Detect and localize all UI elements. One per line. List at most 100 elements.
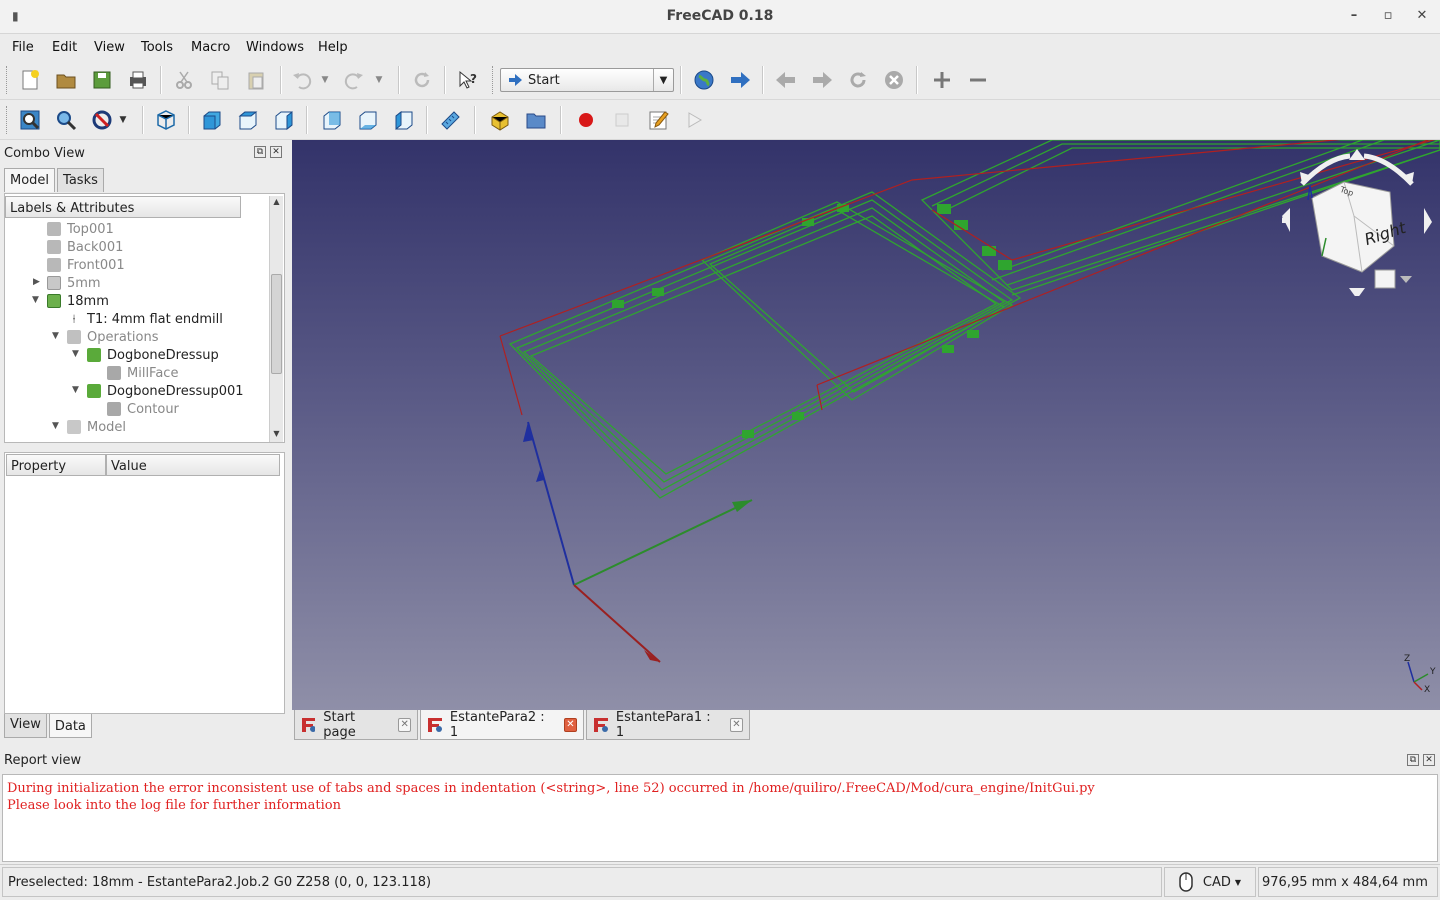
zoom-out-icon[interactable] — [966, 68, 990, 92]
tree-item-top001[interactable]: Top001 — [47, 220, 114, 238]
menu-windows[interactable]: Windows — [246, 40, 304, 55]
scroll-up-icon[interactable]: ▲ — [271, 197, 282, 209]
save-icon[interactable] — [90, 68, 114, 92]
fit-selection-icon[interactable] — [54, 108, 78, 132]
value-column-header[interactable]: Value — [106, 454, 280, 476]
property-column-header[interactable]: Property — [6, 454, 106, 476]
tree-item-operations[interactable]: Operations — [67, 328, 158, 346]
property-view: Property Value — [4, 452, 285, 714]
toolbar-grip[interactable] — [6, 66, 9, 94]
redo-icon[interactable] — [342, 68, 366, 92]
view-bottom-icon[interactable] — [356, 108, 380, 132]
float-icon[interactable]: ⧉ — [254, 146, 266, 158]
tree-item-label: DogboneDressup — [107, 347, 219, 363]
paste-icon[interactable] — [244, 68, 268, 92]
navigation-cube[interactable]: Right Top — [1277, 146, 1432, 299]
draw-style-dropdown-icon[interactable]: ▼ — [116, 108, 130, 132]
separator — [306, 106, 308, 134]
print-icon[interactable] — [126, 68, 150, 92]
undo-dropdown-icon[interactable]: ▼ — [318, 68, 332, 92]
tree-item-contour[interactable]: Contour — [107, 400, 179, 418]
whats-this-icon[interactable]: ? — [456, 68, 480, 92]
tab-estantepara2[interactable]: EstantePara2 : 1 ✕ — [420, 710, 584, 740]
tree-item-front001[interactable]: Front001 — [47, 256, 125, 274]
view-top-icon[interactable] — [236, 108, 260, 132]
navigation-style-button[interactable]: CAD ▼ — [1164, 867, 1256, 897]
macro-run-icon[interactable] — [682, 108, 706, 132]
view-rear-icon[interactable] — [320, 108, 344, 132]
close-button[interactable]: ✕ — [1412, 8, 1432, 26]
tab-data[interactable]: Data — [48, 714, 92, 738]
toolbar-grip[interactable] — [492, 66, 495, 94]
collapse-arrow-icon[interactable]: ▼ — [72, 385, 79, 395]
tree-item-18mm[interactable]: 18mm — [47, 292, 109, 310]
create-group-icon[interactable] — [524, 108, 548, 132]
macro-record-icon[interactable] — [574, 108, 598, 132]
macro-stop-icon[interactable] — [610, 108, 634, 132]
report-output[interactable]: During initialization the error inconsis… — [2, 774, 1438, 862]
copy-icon[interactable] — [208, 68, 232, 92]
view-front-icon[interactable] — [200, 108, 224, 132]
fit-all-icon[interactable] — [18, 108, 42, 132]
float-icon[interactable]: ⧉ — [1407, 754, 1419, 766]
close-panel-icon[interactable]: ✕ — [270, 146, 282, 158]
workbench-selector[interactable]: Start ▼ — [500, 68, 674, 92]
menu-edit[interactable]: Edit — [52, 40, 77, 55]
tab-tasks[interactable]: Tasks — [57, 168, 104, 192]
collapse-arrow-icon[interactable]: ▼ — [52, 421, 59, 431]
collapse-arrow-icon[interactable]: ▼ — [32, 295, 39, 305]
view-left-icon[interactable] — [392, 108, 416, 132]
menu-tools[interactable]: Tools — [141, 40, 173, 55]
scrollbar-thumb[interactable] — [271, 274, 282, 374]
toolbar-grip[interactable] — [6, 106, 9, 134]
collapse-arrow-icon[interactable]: ▼ — [52, 331, 59, 341]
menu-help[interactable]: Help — [318, 40, 348, 55]
web-go-icon[interactable] — [728, 68, 752, 92]
tree-scrollbar[interactable]: ▲ ▼ — [269, 196, 283, 442]
macro-edit-icon[interactable] — [646, 108, 670, 132]
measure-distance-icon[interactable] — [438, 108, 462, 132]
tree-item-dogbonedressup001[interactable]: DogboneDressup001 — [87, 382, 244, 400]
tree-header[interactable]: Labels & Attributes — [5, 196, 241, 218]
close-tab-icon[interactable]: ✕ — [398, 717, 411, 732]
open-icon[interactable] — [54, 68, 78, 92]
zoom-in-icon[interactable] — [930, 68, 954, 92]
tab-start-page[interactable]: Start page ✕ — [294, 710, 418, 740]
close-panel-icon[interactable]: ✕ — [1423, 754, 1435, 766]
stop-icon[interactable] — [882, 68, 906, 92]
menu-view[interactable]: View — [94, 40, 125, 55]
tree-item-model[interactable]: Model — [67, 418, 126, 436]
view-right-icon[interactable] — [272, 108, 296, 132]
view-isometric-icon[interactable] — [154, 108, 178, 132]
reload-icon[interactable] — [846, 68, 870, 92]
scroll-down-icon[interactable]: ▼ — [271, 429, 282, 441]
draw-style-icon[interactable] — [90, 108, 114, 132]
expand-arrow-icon[interactable]: ▶ — [33, 277, 40, 287]
tree-item-dogbonedressup[interactable]: DogboneDressup — [87, 346, 219, 364]
tree-item-back001[interactable]: Back001 — [47, 238, 123, 256]
3d-viewport[interactable]: Right Top Z Y X — [292, 140, 1440, 710]
redo-dropdown-icon[interactable]: ▼ — [372, 68, 386, 92]
tree-item-tool-controller[interactable]: ⍿ T1: 4mm flat endmill — [67, 310, 222, 328]
tab-model[interactable]: Model — [4, 168, 56, 192]
minimize-button[interactable]: – — [1344, 8, 1364, 26]
tree-item-5mm[interactable]: 5mm — [47, 274, 101, 292]
create-part-icon[interactable] — [488, 108, 512, 132]
web-home-icon[interactable] — [692, 68, 716, 92]
collapse-arrow-icon[interactable]: ▼ — [72, 349, 79, 359]
menu-file[interactable]: File — [12, 40, 34, 55]
new-document-icon[interactable] — [18, 68, 42, 92]
close-tab-icon[interactable]: ✕ — [563, 717, 577, 732]
cut-icon[interactable] — [172, 68, 196, 92]
tab-view[interactable]: View — [4, 714, 47, 738]
back-icon[interactable] — [774, 68, 798, 92]
view-dimensions: 976,95 mm x 484,64 mm — [1258, 867, 1438, 897]
tree-item-millface[interactable]: MillFace — [107, 364, 178, 382]
menu-macro[interactable]: Macro — [191, 40, 230, 55]
tab-estantepara1[interactable]: EstantePara1 : 1 ✕ — [586, 710, 750, 740]
maximize-button[interactable]: ▫ — [1378, 8, 1398, 26]
forward-icon[interactable] — [810, 68, 834, 92]
close-tab-icon[interactable]: ✕ — [729, 717, 743, 732]
refresh-icon[interactable] — [410, 68, 434, 92]
undo-icon[interactable] — [290, 68, 314, 92]
